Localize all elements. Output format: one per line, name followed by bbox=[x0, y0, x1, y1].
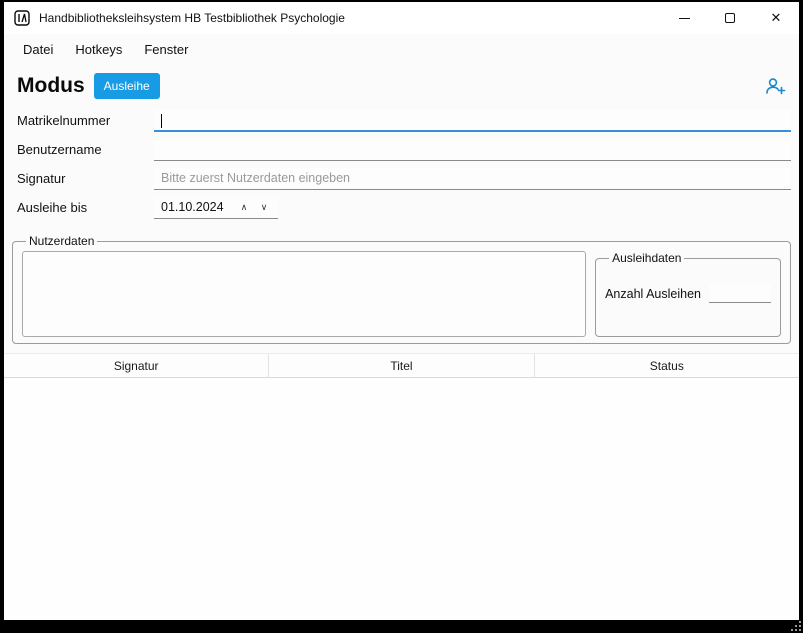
window-title: Handbibliotheksleihsystem HB Testbibliot… bbox=[39, 11, 345, 25]
date-decrement-button[interactable]: ∨ bbox=[254, 198, 274, 216]
loans-table-body bbox=[4, 378, 799, 620]
date-increment-button[interactable]: ∧ bbox=[234, 198, 254, 216]
close-icon: ✕ bbox=[771, 10, 782, 26]
loan-form: Matrikelnummer Benutzername Signatur Aus… bbox=[4, 107, 799, 225]
chevron-down-icon: ∨ bbox=[261, 202, 268, 213]
ausleihe-bis-date-picker[interactable]: 01.10.2024 ∧ ∨ bbox=[154, 197, 278, 219]
signatur-input[interactable] bbox=[154, 168, 791, 190]
nutzerdaten-group-title: Nutzerdaten bbox=[26, 234, 97, 248]
nutzerdaten-textarea[interactable] bbox=[22, 251, 586, 337]
column-header-titel[interactable]: Titel bbox=[269, 354, 534, 377]
minimize-button[interactable] bbox=[661, 2, 707, 34]
ausleihdaten-group-title: Ausleihdaten bbox=[609, 251, 684, 265]
page-title: Modus bbox=[17, 74, 85, 98]
menu-item-datei[interactable]: Datei bbox=[12, 37, 64, 62]
benutzername-input-wrap bbox=[154, 139, 791, 161]
minimize-icon bbox=[679, 18, 690, 19]
menu-bar: Datei Hotkeys Fenster bbox=[4, 34, 799, 65]
signatur-input-wrap bbox=[154, 168, 791, 190]
app-icon bbox=[14, 10, 30, 26]
ausleihdaten-group: Ausleihdaten Anzahl Ausleihen bbox=[595, 251, 781, 337]
close-button[interactable]: ✕ bbox=[753, 2, 799, 34]
column-header-signatur[interactable]: Signatur bbox=[4, 354, 269, 377]
anzahl-ausleihen-row: Anzahl Ausleihen bbox=[605, 284, 771, 303]
matrikelnummer-input-wrap bbox=[154, 110, 791, 132]
signatur-row: Signatur bbox=[17, 167, 791, 190]
menu-item-hotkeys[interactable]: Hotkeys bbox=[64, 37, 133, 62]
add-user-icon[interactable] bbox=[764, 76, 786, 96]
loans-table-header: Signatur Titel Status bbox=[4, 353, 799, 378]
anzahl-ausleihen-label: Anzahl Ausleihen bbox=[605, 287, 701, 301]
app-window: Handbibliotheksleihsystem HB Testbibliot… bbox=[4, 2, 799, 620]
maximize-icon bbox=[725, 13, 735, 23]
menu-item-fenster[interactable]: Fenster bbox=[133, 37, 199, 62]
signatur-label: Signatur bbox=[17, 171, 154, 186]
title-bar: Handbibliotheksleihsystem HB Testbibliot… bbox=[4, 2, 799, 34]
matrikelnummer-row: Matrikelnummer bbox=[17, 109, 791, 132]
ausleihe-bis-value: 01.10.2024 bbox=[161, 200, 234, 214]
column-header-status[interactable]: Status bbox=[535, 354, 799, 377]
ausleihe-mode-button[interactable]: Ausleihe bbox=[94, 73, 160, 99]
mode-row: Modus Ausleihe bbox=[4, 65, 799, 107]
text-caret bbox=[161, 114, 162, 128]
maximize-button[interactable] bbox=[707, 2, 753, 34]
benutzername-input[interactable] bbox=[154, 139, 791, 161]
matrikelnummer-input[interactable] bbox=[154, 110, 791, 132]
nutzerdaten-content: Ausleihdaten Anzahl Ausleihen bbox=[22, 251, 781, 337]
benutzername-label: Benutzername bbox=[17, 142, 154, 157]
nutzerdaten-group: Nutzerdaten Ausleihdaten Anzahl Ausleihe… bbox=[12, 234, 791, 344]
ausleihe-bis-row: Ausleihe bis 01.10.2024 ∧ ∨ bbox=[17, 196, 791, 219]
resize-grip[interactable] bbox=[790, 620, 801, 631]
benutzername-row: Benutzername bbox=[17, 138, 791, 161]
anzahl-ausleihen-input[interactable] bbox=[709, 284, 771, 303]
chevron-up-icon: ∧ bbox=[241, 202, 248, 213]
matrikelnummer-label: Matrikelnummer bbox=[17, 113, 154, 128]
ausleihe-bis-label: Ausleihe bis bbox=[17, 200, 154, 215]
